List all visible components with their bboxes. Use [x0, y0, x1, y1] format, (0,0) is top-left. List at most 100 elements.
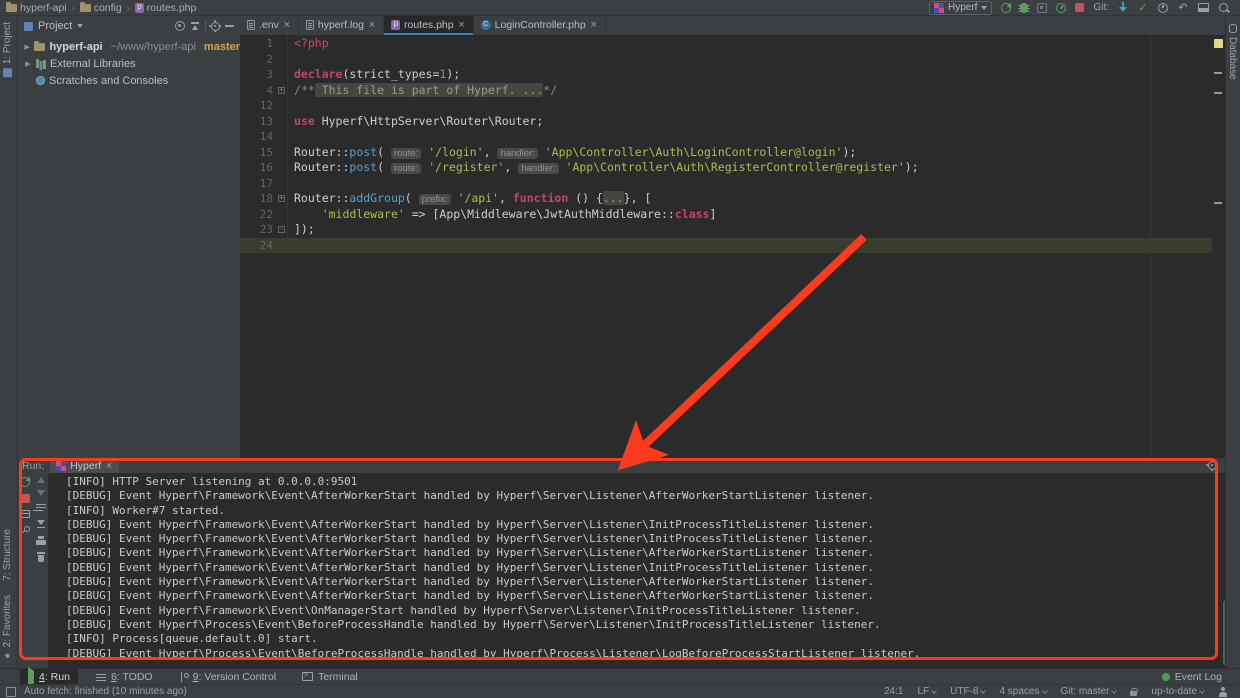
code-text: [288, 98, 294, 114]
run-tab-hyperf[interactable]: Hyperf ×: [50, 458, 119, 473]
expand-arrow-icon[interactable]: ▶: [24, 43, 30, 51]
tree-item-scratches-and-consoles[interactable]: Scratches and Consoles: [18, 72, 240, 89]
run-console-output[interactable]: [INFO] HTTP Server listening at 0.0.0.0:…: [50, 473, 1230, 668]
hector-icon[interactable]: [1214, 687, 1232, 697]
status-widget-utf-8[interactable]: UTF-8: [946, 686, 989, 697]
git-update-button[interactable]: [1118, 2, 1128, 13]
toolwindow-button[interactable]: [1198, 3, 1209, 12]
tab-hyperf-log[interactable]: hyperf.log×: [299, 15, 384, 35]
todo-icon: [96, 673, 106, 681]
hide-panel-button[interactable]: [225, 25, 234, 27]
locate-file-button[interactable]: [175, 21, 185, 31]
status-widget-4-spaces[interactable]: 4 spaces: [995, 686, 1050, 697]
scroll-to-end-button[interactable]: [36, 519, 46, 529]
status-widget-label: 4 spaces: [999, 686, 1039, 697]
close-icon[interactable]: ×: [283, 20, 291, 30]
run-config-icon: [56, 461, 66, 471]
code-text: <?php: [288, 36, 329, 52]
chevron-down-icon[interactable]: [77, 24, 83, 28]
sidebar-item-database[interactable]: Database: [1227, 24, 1238, 80]
code-line-13: 13use Hyperf\HttpServer\Router\Router;: [240, 114, 1212, 130]
profiler-button[interactable]: [1056, 3, 1066, 13]
breadcrumb-item[interactable]: routes.php: [135, 2, 197, 14]
panel-settings-button[interactable]: [211, 22, 220, 31]
toolwindow-switcher-icon[interactable]: [6, 687, 16, 697]
restore-layout-button[interactable]: [20, 510, 30, 518]
tree-item-path: ~/www/hyperf-api: [111, 41, 196, 53]
stop-process-button[interactable]: [21, 494, 30, 503]
expand-arrow-icon[interactable]: ▶: [24, 60, 32, 68]
status-widget-label: up-to-date: [1151, 686, 1197, 697]
tree-item-hyperf-api[interactable]: ▶hyperf-api~/www/hyperf-apimaster: [18, 38, 240, 55]
breadcrumb-separator: ›: [72, 3, 75, 13]
fold-marker-icon[interactable]: -: [278, 226, 285, 233]
code-text: Router::post( route: '/login', handler: …: [288, 145, 856, 161]
debug-button[interactable]: [1020, 3, 1028, 13]
sidebar-item-structure[interactable]: 7: Structure: [2, 529, 13, 581]
clear-console-button[interactable]: [36, 552, 46, 562]
sidebar-item-favorites[interactable]: ★ 2: Favorites: [2, 595, 13, 660]
inspection-status-icon[interactable]: [1214, 39, 1223, 48]
log-line: [DEBUG] Event Hyperf\Process\Event\Befor…: [66, 618, 1230, 632]
status-widget-up-to-date[interactable]: up-to-date: [1147, 686, 1208, 697]
close-icon[interactable]: ×: [458, 20, 466, 30]
line-number: 12: [240, 98, 288, 114]
soft-wrap-button[interactable]: [36, 503, 46, 512]
breadcrumb-item[interactable]: hyperf-api: [6, 2, 67, 14]
rerun-button[interactable]: [20, 477, 30, 487]
status-widget-24-1[interactable]: 24:1: [880, 686, 907, 697]
tab-logincontroller-php[interactable]: LoginController.php×: [474, 15, 606, 35]
run-panel-settings-button[interactable]: [1208, 461, 1217, 470]
rollback-button[interactable]: ↶: [1177, 2, 1189, 14]
line-number: 14: [240, 129, 288, 145]
log-line: [DEBUG] Event Hyperf\Framework\Event\Aft…: [66, 518, 1230, 532]
log-line: [DEBUG] Event Hyperf\Process\Event\Befor…: [66, 647, 1230, 661]
run-panel-label: Run:: [22, 460, 44, 472]
toolwindow-button-todo[interactable]: 6: TODO: [88, 669, 161, 685]
tab--env[interactable]: .env×: [240, 15, 299, 35]
folder-icon: [80, 4, 91, 12]
close-icon[interactable]: ×: [368, 20, 376, 30]
down-stacktrace-button[interactable]: [37, 490, 45, 496]
code-text: [288, 129, 294, 145]
toolwindow-button-run[interactable]: 4: Run: [20, 669, 78, 685]
code-editor[interactable]: 1<?php23declare(strict_types=1);4+/** Th…: [240, 36, 1212, 458]
collapse-all-button[interactable]: [190, 21, 200, 31]
event-log-button[interactable]: Event Log: [1154, 669, 1230, 685]
run-configuration-selector[interactable]: Hyperf: [929, 1, 992, 15]
fold-marker-icon[interactable]: +: [278, 195, 285, 202]
tree-item-label: Scratches and Consoles: [49, 75, 168, 87]
pin-tab-button[interactable]: [20, 525, 30, 535]
hector-icon: [1218, 687, 1228, 697]
breadcrumb-item[interactable]: config: [80, 2, 122, 14]
line-number: 23-: [240, 222, 288, 238]
git-commit-button[interactable]: ✓: [1137, 2, 1149, 14]
status-widget-git-master[interactable]: Git: master: [1057, 686, 1121, 697]
editor-error-stripe[interactable]: [1212, 36, 1225, 458]
star-icon: ★: [3, 651, 12, 660]
toolwindow-button-label: 9: Version Control: [193, 671, 276, 683]
lock-icon[interactable]: [1126, 687, 1141, 696]
history-button[interactable]: [1158, 3, 1168, 13]
tree-item-external-libraries[interactable]: ▶ External Libraries: [18, 55, 240, 72]
print-button[interactable]: [36, 536, 46, 545]
toolwindow-button-version-control[interactable]: 9: Version Control: [171, 669, 284, 685]
tree-item-label: External Libraries: [50, 58, 136, 70]
run-button[interactable]: [1001, 3, 1011, 13]
close-icon[interactable]: ×: [105, 461, 113, 471]
fold-marker-icon[interactable]: +: [278, 87, 285, 94]
log-line: [DEBUG] Event Hyperf\Framework\Event\Aft…: [66, 575, 1230, 589]
search-everywhere-button[interactable]: [1218, 2, 1230, 14]
up-stacktrace-button[interactable]: [37, 477, 45, 483]
project-panel-title[interactable]: Project: [38, 20, 72, 32]
status-widget-label: Git: master: [1061, 686, 1110, 697]
toolwindow-button-terminal[interactable]: Terminal: [294, 669, 366, 685]
coverage-button[interactable]: [1037, 3, 1047, 13]
stop-button[interactable]: [1075, 3, 1084, 12]
folder-icon: [34, 43, 45, 51]
sidebar-item-project[interactable]: 1: Project: [2, 22, 13, 77]
tab-routes-php[interactable]: routes.php×: [384, 15, 474, 35]
status-widget-lf[interactable]: LF: [913, 686, 940, 697]
status-message: Auto fetch: finished (10 minutes ago): [24, 686, 187, 697]
close-icon[interactable]: ×: [590, 20, 598, 30]
